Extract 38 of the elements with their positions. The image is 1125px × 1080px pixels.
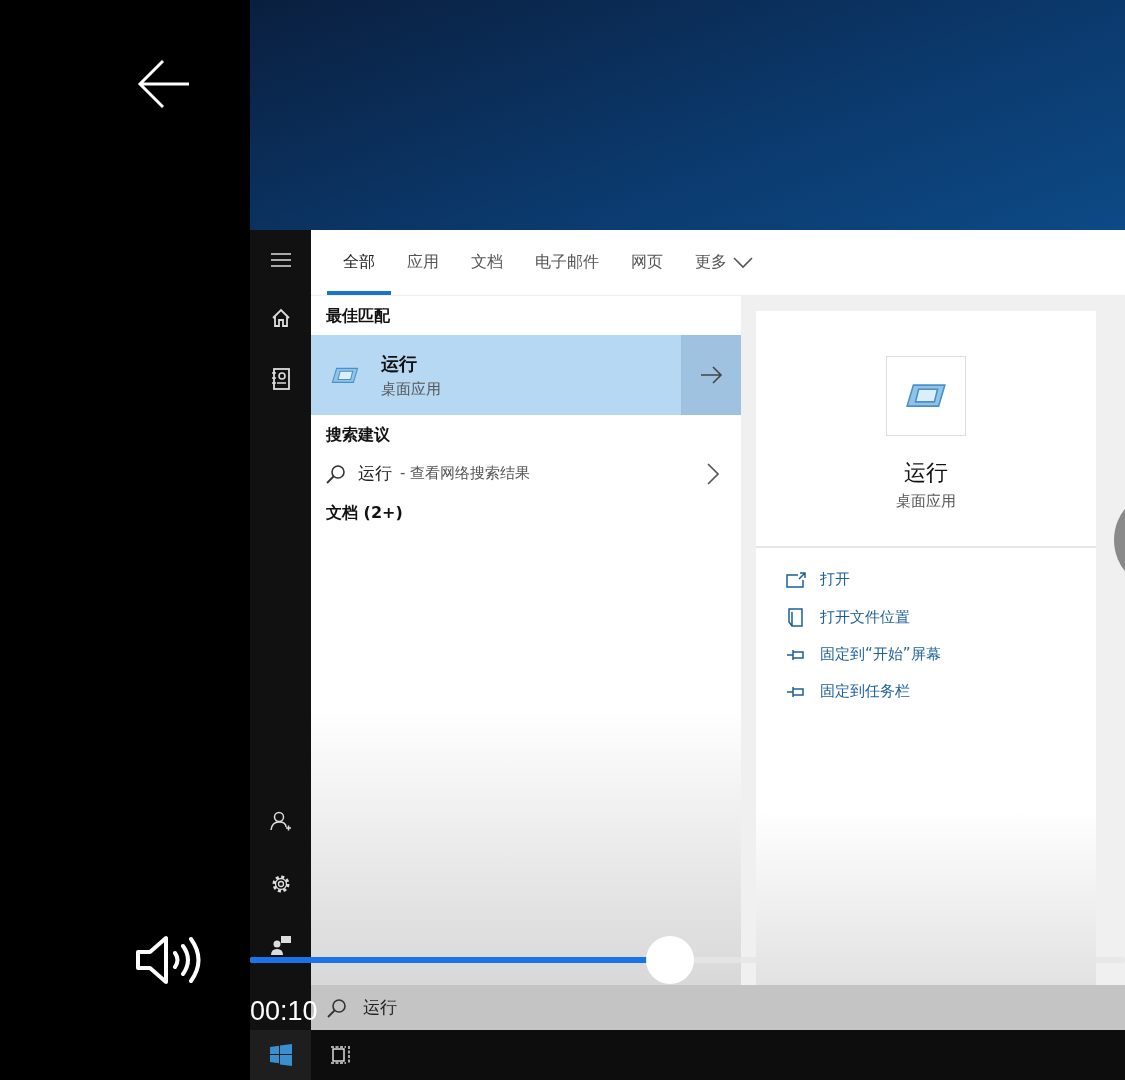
pin-icon (786, 647, 806, 662)
home-icon[interactable] (270, 308, 291, 328)
run-app-icon (331, 366, 359, 384)
open-window-icon (786, 571, 806, 588)
action-link[interactable]: 打开文件位置 (786, 607, 1096, 627)
tab[interactable]: 应用 (391, 234, 455, 295)
suggestion-item[interactable]: 运行 - 查看网络搜索结果 (311, 454, 741, 493)
chevron-right-icon (707, 462, 719, 485)
start-button[interactable] (250, 1030, 311, 1080)
section-heading: 文档 (2+) (325, 502, 404, 524)
tab[interactable]: 电子邮件 (519, 234, 615, 295)
volume-button[interactable] (135, 935, 201, 985)
search-icon (326, 463, 346, 484)
action-link[interactable]: 打开 (786, 570, 1096, 589)
action-link[interactable]: 固定到任务栏 (786, 682, 1096, 701)
section-heading: 最佳匹配 (325, 305, 391, 327)
menu-icon[interactable] (270, 252, 291, 268)
tab[interactable]: 网页 (615, 234, 679, 295)
feedback-icon[interactable] (269, 935, 292, 955)
tab[interactable]: 更多 (679, 234, 769, 295)
notebook-icon[interactable] (271, 368, 290, 390)
action-link[interactable]: 固定到“开始”屏幕 (786, 645, 1096, 664)
search-icon (327, 997, 347, 1018)
section-heading: 搜索建议 (324, 424, 391, 446)
arrow-right-icon (701, 366, 723, 384)
search-field[interactable]: 运行 (361, 996, 565, 1019)
windows-logo-icon (269, 1044, 292, 1066)
app-subtitle: 桌面应用 (896, 492, 956, 511)
folder-icon (786, 607, 806, 627)
result-item[interactable]: 运行 桌面应用 (311, 335, 681, 415)
app-title: 运行 (904, 459, 948, 487)
chevron-down-icon (733, 256, 753, 269)
task-view-icon (330, 1044, 352, 1066)
add-user-icon[interactable] (269, 811, 292, 833)
run-app-icon (905, 383, 947, 409)
tab[interactable]: 文档 (455, 234, 519, 295)
pin-icon (786, 684, 806, 699)
seek-bar[interactable] (250, 936, 1125, 984)
